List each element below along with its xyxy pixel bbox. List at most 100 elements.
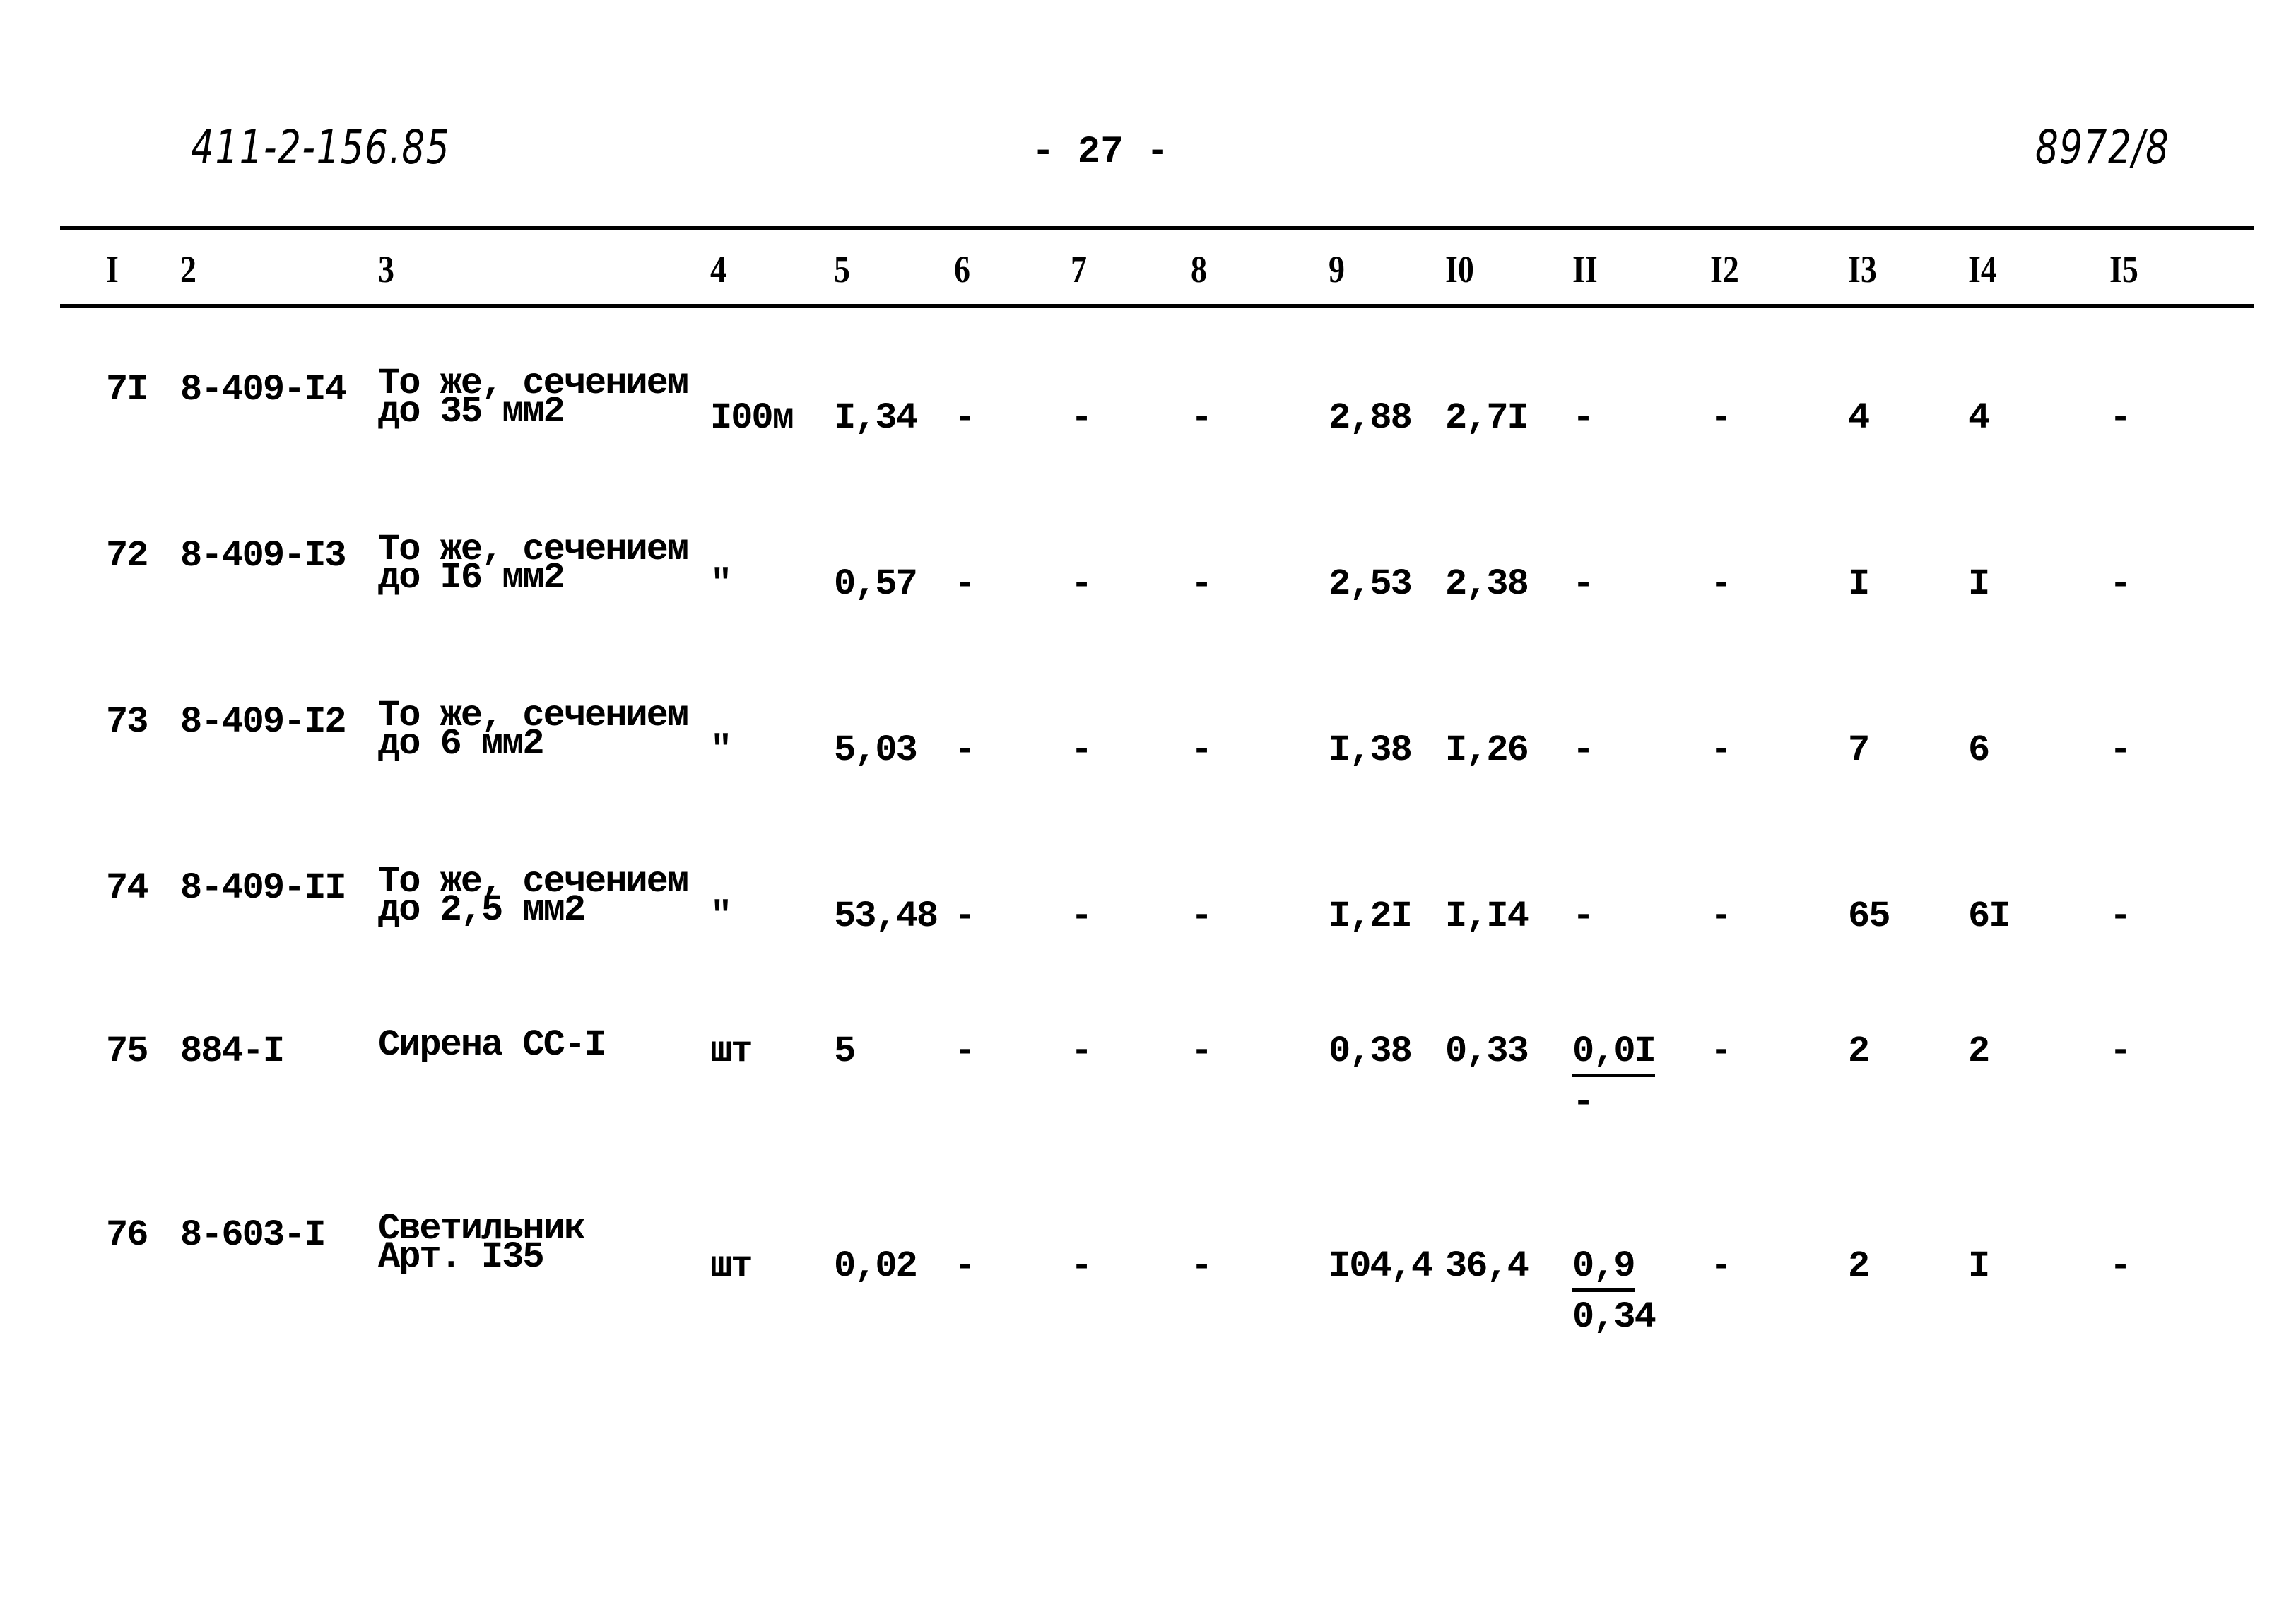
cell-col-2: 8-409-I3 xyxy=(180,535,347,577)
cell-col-10: 2,38 xyxy=(1445,563,1529,605)
column-header-14: I4 xyxy=(1968,248,1997,290)
cell-col-7: - xyxy=(1071,1030,1093,1072)
cell-col-11: - xyxy=(1572,896,1594,937)
cell-col-4: " xyxy=(710,896,732,937)
cell-col-6: - xyxy=(954,729,976,771)
column-header-13: I3 xyxy=(1848,248,1877,290)
cell-col-15: - xyxy=(2109,563,2131,605)
column-header-1: I xyxy=(106,248,119,290)
column-header-9: 9 xyxy=(1329,248,1345,290)
cell-col-4: " xyxy=(710,563,732,605)
cell-col-5: 0,02 xyxy=(834,1245,918,1287)
cell-col-12: - xyxy=(1710,397,1732,439)
cell-col-10: I,I4 xyxy=(1445,896,1529,937)
cell-description-line: Сирена СС-I xyxy=(378,1024,606,1066)
cell-col-1: 76 xyxy=(106,1214,148,1256)
column-header-6: 6 xyxy=(954,248,970,290)
column-header-11: II xyxy=(1572,248,1598,290)
cell-col-1: 7I xyxy=(106,369,148,411)
cell-col-7: - xyxy=(1071,1245,1093,1287)
column-header-5: 5 xyxy=(834,248,850,290)
cell-col-4: шт xyxy=(710,1030,753,1072)
cell-col-9: 2,88 xyxy=(1329,397,1413,439)
cell-col-2: 8-409-II xyxy=(180,867,347,909)
column-header-8: 8 xyxy=(1191,248,1207,290)
cell-col-1: 74 xyxy=(106,867,148,909)
column-header-4: 4 xyxy=(710,248,726,290)
cell-col-14: 6 xyxy=(1968,729,1990,771)
cell-col-11: 0,0I xyxy=(1572,1030,1656,1077)
cell-col-8: - xyxy=(1191,1030,1213,1072)
cell-col-8: - xyxy=(1191,563,1213,605)
cell-col-8: - xyxy=(1191,397,1213,439)
cell-col-11: - xyxy=(1572,397,1594,439)
cell-col-9: 0,38 xyxy=(1329,1030,1413,1072)
cell-col-6: - xyxy=(954,563,976,605)
cell-col-13: I xyxy=(1848,563,1870,605)
cell-col-12: - xyxy=(1710,1030,1732,1072)
cell-col-11: 0,9 xyxy=(1572,1245,1636,1292)
cell-col-5: 0,57 xyxy=(834,563,918,605)
cell-col-12: - xyxy=(1710,896,1732,937)
column-header-2: 2 xyxy=(180,248,196,290)
cell-col-9: I,2I xyxy=(1329,896,1413,937)
cell-col-15: - xyxy=(2109,1245,2131,1287)
cell-col-14: 4 xyxy=(1968,397,1990,439)
column-header-12: I2 xyxy=(1710,248,1739,290)
cell-col-13: 2 xyxy=(1848,1245,1870,1287)
column-header-15: I5 xyxy=(2109,248,2138,290)
document-code: 411-2-156.85 xyxy=(191,120,451,175)
cell-col-2: 8-603-I xyxy=(180,1214,326,1256)
cell-col-14: 2 xyxy=(1968,1030,1990,1072)
table-header-bottom-rule xyxy=(60,304,2254,308)
cell-description-line: до 2,5 мм2 xyxy=(378,889,586,931)
cell-col-2: 884-I xyxy=(180,1030,285,1072)
cell-col-8: - xyxy=(1191,896,1213,937)
cell-col-6: - xyxy=(954,1245,976,1287)
cell-col-11: - xyxy=(1572,563,1594,605)
cell-col-1: 72 xyxy=(106,535,148,577)
cell-col-6: - xyxy=(954,1030,976,1072)
cell-col-13: 4 xyxy=(1848,397,1870,439)
cell-col-7: - xyxy=(1071,729,1093,771)
cell-col-4: шт xyxy=(710,1245,753,1287)
cell-col-8: - xyxy=(1191,1245,1213,1287)
cell-col-13: 65 xyxy=(1848,896,1890,937)
cell-col-4: I00м xyxy=(710,397,794,439)
cell-col-6: - xyxy=(954,397,976,439)
cell-description-line: до I6 мм2 xyxy=(378,557,565,599)
cell-col-11: - xyxy=(1572,729,1594,771)
cell-col-5: 53,48 xyxy=(834,896,938,937)
table-top-rule xyxy=(60,226,2254,230)
column-header-10: I0 xyxy=(1445,248,1474,290)
cell-col-11-denominator: 0,34 xyxy=(1572,1296,1656,1338)
inventory-number: 8972/8 xyxy=(2035,120,2170,175)
cell-col-13: 7 xyxy=(1848,729,1870,771)
cell-col-4: " xyxy=(710,729,732,771)
cell-col-7: - xyxy=(1071,896,1093,937)
cell-col-10: 0,33 xyxy=(1445,1030,1529,1072)
cell-col-2: 8-409-I4 xyxy=(180,369,347,411)
cell-col-9: 2,53 xyxy=(1329,563,1413,605)
cell-col-14: 6I xyxy=(1968,896,2011,937)
cell-col-10: 36,4 xyxy=(1445,1245,1529,1287)
cell-col-8: - xyxy=(1191,729,1213,771)
cell-col-1: 75 xyxy=(106,1030,148,1072)
cell-col-10: 2,7I xyxy=(1445,397,1529,439)
cell-description-line: до 6 мм2 xyxy=(378,723,545,765)
cell-col-14: I xyxy=(1968,1245,1990,1287)
page-number: - 27 - xyxy=(1032,131,1170,174)
cell-col-11-denominator: - xyxy=(1572,1081,1594,1123)
cell-col-7: - xyxy=(1071,397,1093,439)
cell-col-5: 5,03 xyxy=(834,729,918,771)
cell-col-1: 73 xyxy=(106,701,148,743)
cell-col-15: - xyxy=(2109,397,2131,439)
cell-col-7: - xyxy=(1071,563,1093,605)
cell-col-9: I,38 xyxy=(1329,729,1413,771)
cell-col-5: 5 xyxy=(834,1030,856,1072)
cell-col-12: - xyxy=(1710,729,1732,771)
cell-col-6: - xyxy=(954,896,976,937)
cell-col-15: - xyxy=(2109,1030,2131,1072)
cell-col-15: - xyxy=(2109,896,2131,937)
cell-description-line: Арт. I35 xyxy=(378,1236,545,1278)
